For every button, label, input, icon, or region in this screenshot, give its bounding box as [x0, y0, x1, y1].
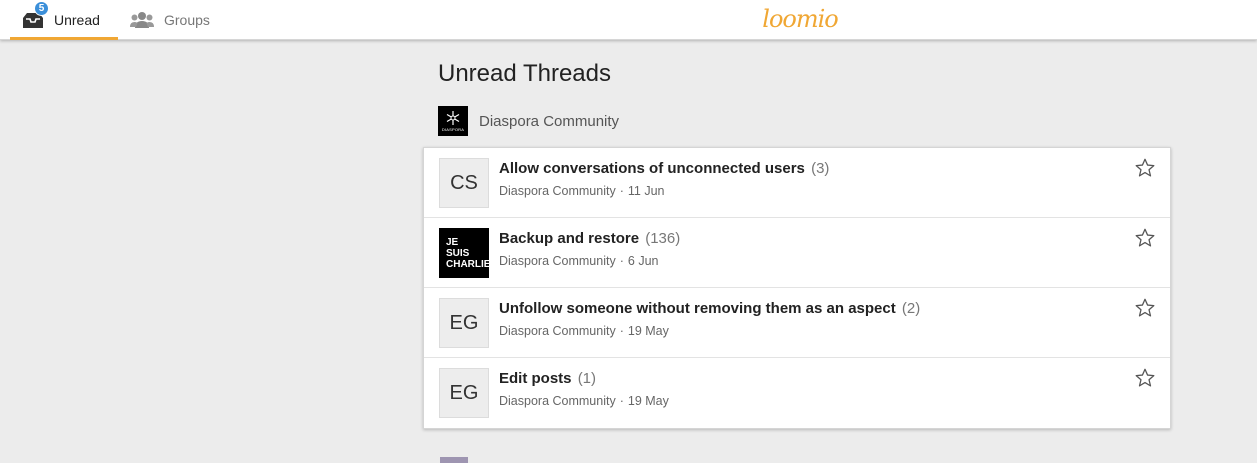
- unread-count-badge: 5: [34, 1, 49, 16]
- thread-meta: Diaspora Community · 11 Jun: [499, 184, 665, 198]
- diaspora-asterisk-icon: [446, 111, 460, 125]
- thread-comment-count: (2): [901, 300, 921, 317]
- thread-meta: Diaspora Community · 19 May: [499, 324, 669, 338]
- thread-title-link[interactable]: Edit posts: [499, 370, 572, 387]
- star-icon[interactable]: [1134, 297, 1156, 319]
- meta-separator: ·: [619, 254, 624, 268]
- thread-date: 19 May: [627, 324, 669, 338]
- avatar-text-line: JE SUIS: [446, 236, 470, 259]
- thread-group-name: Diaspora Community: [499, 254, 616, 268]
- nav-unread-tab[interactable]: 5 Unread: [10, 0, 118, 40]
- thread-comment-count: (3): [811, 160, 830, 177]
- group-logo-caption: DIASPORA: [441, 127, 465, 132]
- diaspora-group-logo: DIASPORA: [438, 106, 468, 136]
- page-title: Unread Threads: [438, 60, 611, 87]
- author-avatar: JE SUIS CHARLIE: [439, 228, 491, 278]
- thread-meta: Diaspora Community · 6 Jun: [499, 254, 658, 268]
- author-avatar: EG: [439, 298, 489, 348]
- groups-icon: [130, 11, 154, 29]
- thread-list: CS Allow conversations of unconnected us…: [423, 147, 1171, 429]
- top-navbar: 5 Unread Groups loomio: [0, 0, 1257, 40]
- thread-date: 6 Jun: [627, 254, 659, 268]
- thread-group-name: Diaspora Community: [499, 184, 616, 198]
- star-icon[interactable]: [1134, 157, 1156, 179]
- unread-tab-label: Unread: [54, 12, 100, 28]
- meta-separator: ·: [619, 394, 624, 408]
- next-group-logo: [440, 457, 468, 463]
- loomio-logo[interactable]: loomio: [752, 2, 848, 36]
- group-header[interactable]: DIASPORA Diaspora Community: [438, 106, 619, 136]
- thread-date: 19 May: [627, 394, 669, 408]
- nav-groups-tab[interactable]: Groups: [128, 0, 210, 40]
- active-tab-underline: [10, 37, 118, 40]
- thread-title-link[interactable]: Unfollow someone without removing them a…: [499, 300, 896, 317]
- avatar-text-line: CHARLIE: [446, 258, 491, 270]
- group-name: Diaspora Community: [479, 112, 620, 130]
- meta-separator: ·: [619, 324, 624, 338]
- thread-meta: Diaspora Community · 19 May: [499, 394, 669, 408]
- thread-comment-count: (136): [645, 230, 681, 247]
- thread-group-name: Diaspora Community: [499, 394, 616, 408]
- star-icon[interactable]: [1134, 227, 1156, 249]
- star-icon[interactable]: [1134, 367, 1156, 389]
- thread-title-link[interactable]: Allow conversations of unconnected users: [499, 160, 805, 177]
- thread-row[interactable]: EG Unfollow someone without removing the…: [424, 288, 1170, 358]
- inbox-icon: 5: [22, 1, 49, 29]
- author-avatar: EG: [439, 368, 489, 418]
- meta-separator: ·: [619, 184, 624, 198]
- groups-tab-label: Groups: [164, 12, 210, 28]
- author-avatar: CS: [439, 158, 489, 208]
- thread-group-name: Diaspora Community: [499, 324, 616, 338]
- thread-title-link[interactable]: Backup and restore: [499, 230, 639, 247]
- thread-row[interactable]: CS Allow conversations of unconnected us…: [424, 148, 1170, 218]
- thread-date: 11 Jun: [627, 184, 665, 198]
- thread-comment-count: (1): [577, 370, 597, 387]
- thread-row[interactable]: EG Edit posts (1) Diaspora Community · 19 …: [424, 358, 1170, 428]
- thread-row[interactable]: JE SUIS CHARLIE Backup and restore (136)…: [424, 218, 1170, 288]
